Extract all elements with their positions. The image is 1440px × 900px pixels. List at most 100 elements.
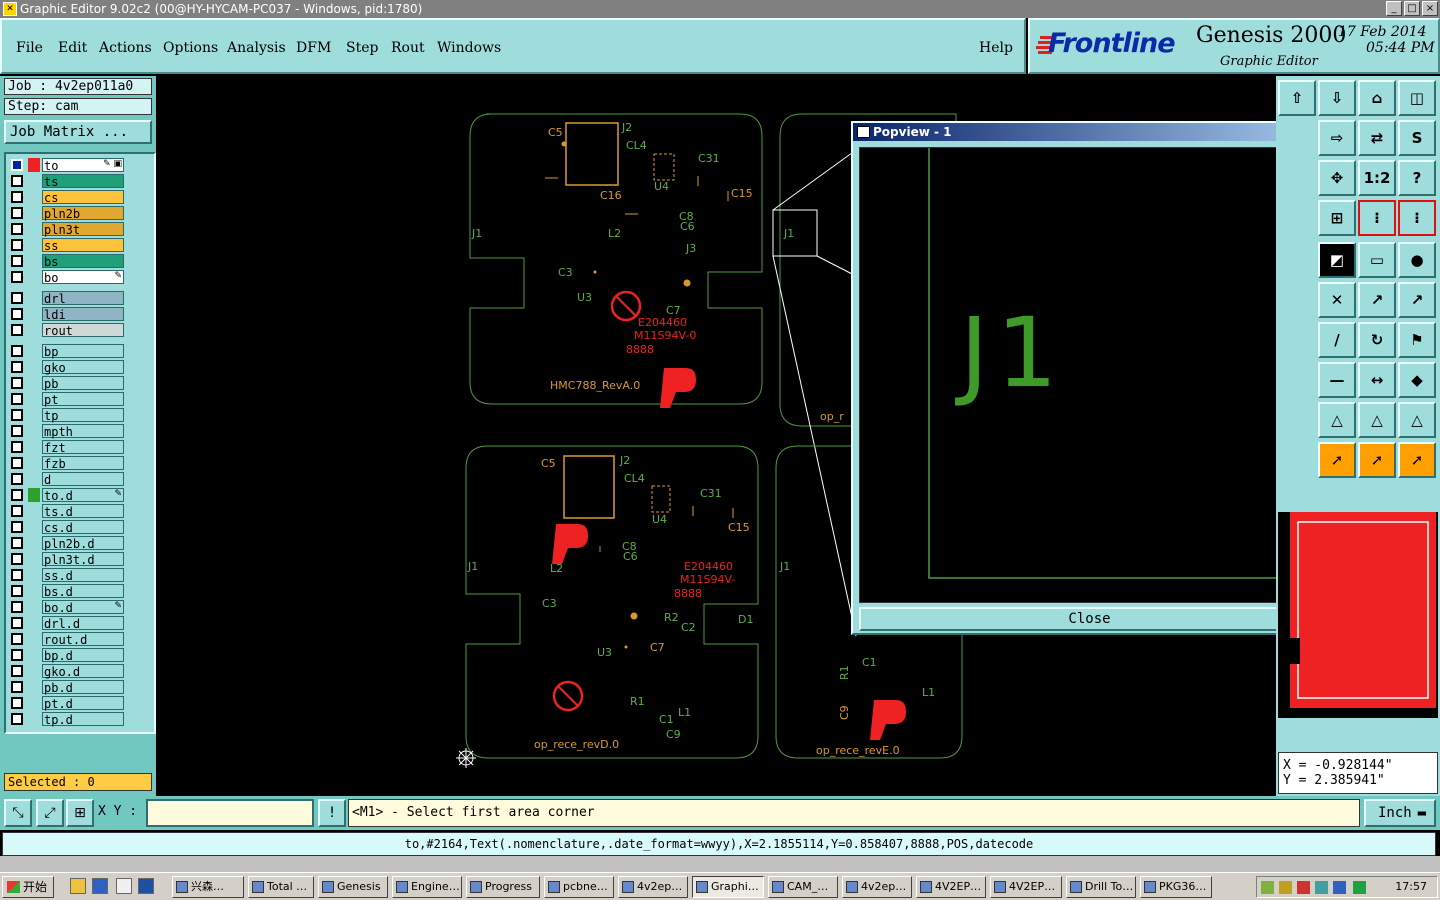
layer-color-swatch[interactable] (28, 158, 40, 172)
taskbar-item[interactable]: Graphi… (692, 876, 764, 898)
one-to-one-icon[interactable]: 1:2 (1358, 160, 1396, 196)
layer-row-tp-d[interactable]: tp.d (8, 712, 126, 727)
home-icon[interactable]: ⌂ (1358, 80, 1396, 116)
layer-checkbox[interactable] (11, 271, 23, 283)
select-point-icon[interactable]: ➚ (1358, 442, 1396, 478)
grid-icon[interactable]: ⊞ (1318, 200, 1356, 236)
delete-icon[interactable]: ✕ (1318, 282, 1356, 318)
zoom-next-icon[interactable]: ⇨ (1318, 120, 1356, 156)
layer-checkbox[interactable] (11, 255, 23, 267)
menu-analysis[interactable]: Analysis (227, 40, 286, 56)
layer-checkbox[interactable] (11, 239, 23, 251)
pad-icon[interactable]: ● (1398, 242, 1436, 278)
layer-checkbox[interactable] (11, 505, 23, 517)
menu-file[interactable]: File (16, 40, 43, 56)
zoom-toggle-icon[interactable]: ⇄ (1358, 120, 1396, 156)
layer-row-ts-d[interactable]: ts.d (8, 504, 126, 519)
layer-row-gko[interactable]: gko (8, 360, 126, 375)
overview-map[interactable] (1278, 512, 1438, 718)
layer-checkbox[interactable] (11, 537, 23, 549)
layer-name[interactable]: tp (42, 408, 124, 423)
tray-lang-icon[interactable] (1333, 881, 1346, 894)
layer-checkbox[interactable] (11, 159, 23, 171)
layer-name[interactable]: d (42, 472, 124, 487)
menu-dfm[interactable]: DFM (296, 40, 331, 56)
layer-name[interactable]: drl (42, 291, 124, 306)
layer-checkbox[interactable] (11, 175, 23, 187)
layer-row-cs[interactable]: cs (8, 190, 126, 205)
layer-name[interactable]: pb (42, 376, 124, 391)
layer-name[interactable]: ldi (42, 307, 124, 322)
menu-step[interactable]: Step (346, 40, 378, 56)
layer-name[interactable]: bp.d (42, 648, 124, 663)
select-net-icon[interactable]: ➚ (1398, 442, 1436, 478)
taskbar-item[interactable]: Drill To… (1066, 876, 1136, 898)
draw-line-icon[interactable]: / (1318, 322, 1356, 358)
shapes-icon[interactable]: ◆ (1398, 362, 1436, 398)
layer-name[interactable]: pt.d (42, 696, 124, 711)
popview-close-button[interactable]: Close (859, 607, 1320, 631)
layer-name[interactable]: cs.d (42, 520, 124, 535)
snap-corner-icon[interactable]: ⤡ (4, 799, 32, 827)
layer-name[interactable]: ts.d (42, 504, 124, 519)
layer-checkbox[interactable] (11, 713, 23, 725)
layer-checkbox[interactable] (11, 223, 23, 235)
snap-grid-icon[interactable]: ⊞ (66, 799, 94, 827)
layer-row-pt-d[interactable]: pt.d (8, 696, 126, 711)
triangle-edit-icon[interactable]: △ (1358, 402, 1396, 438)
layer-row-bs-d[interactable]: bs.d (8, 584, 126, 599)
quicklaunch-save-icon[interactable] (138, 878, 154, 894)
taskbar-item[interactable]: 4v2ep… (618, 876, 688, 898)
layer-name[interactable]: rout.d (42, 632, 124, 647)
xy-input[interactable] (146, 799, 314, 827)
net-highlight-icon[interactable]: ⁝ (1398, 200, 1436, 236)
layer-row-pb[interactable]: pb (8, 376, 126, 391)
line-edit-icon[interactable]: ↗ (1398, 282, 1436, 318)
line-add-icon[interactable]: ↗ (1358, 282, 1396, 318)
quicklaunch-doc-icon[interactable] (116, 878, 132, 894)
snap-edge-icon[interactable]: ⤢ (36, 799, 64, 827)
layer-name[interactable]: ss (42, 238, 124, 253)
layer-row-ss-d[interactable]: ss.d (8, 568, 126, 583)
tray-tool-icon[interactable] (1279, 881, 1292, 894)
layer-checkbox[interactable] (11, 409, 23, 421)
text-icon[interactable]: ⚑ (1398, 322, 1436, 358)
layer-row-pb-d[interactable]: pb.d (8, 680, 126, 695)
triangle-move-icon[interactable]: △ (1398, 402, 1436, 438)
layer-name[interactable]: ts (42, 174, 124, 189)
layer-row-pln2b[interactable]: pln2b (8, 206, 126, 221)
layer-name[interactable]: gko (42, 360, 124, 375)
home-up-icon[interactable]: ⇧ (1278, 80, 1316, 116)
layer-row-drl[interactable]: drl (8, 291, 126, 306)
tray-x-icon[interactable] (1297, 881, 1310, 894)
taskbar-item[interactable]: 4V2EP… (990, 876, 1062, 898)
layer-checkbox[interactable] (11, 601, 23, 613)
help-query-icon[interactable]: ? (1398, 160, 1436, 196)
popview-canvas[interactable]: J1 (859, 147, 1286, 603)
taskbar-item[interactable]: 4V2EP… (916, 876, 986, 898)
layer-name[interactable]: rout (42, 323, 124, 338)
layer-name[interactable]: mpth (42, 424, 124, 439)
layer-row-to[interactable]: to ✎ ▣ (8, 158, 126, 173)
layer-row-cs-d[interactable]: cs.d (8, 520, 126, 535)
taskbar-item[interactable]: pcbne… (544, 876, 614, 898)
triangle-icon[interactable]: △ (1318, 402, 1356, 438)
layer-row-d[interactable]: d (8, 472, 126, 487)
taskbar-item[interactable]: 兴森… (172, 876, 244, 898)
menu-rout[interactable]: Rout (391, 40, 425, 56)
layer-row-ss[interactable]: ss (8, 238, 126, 253)
unit-select[interactable]: Inch ▬ (1364, 799, 1436, 827)
start-button[interactable]: 开始 (2, 876, 54, 898)
layer-row-fzb[interactable]: fzb (8, 456, 126, 471)
layer-name[interactable]: fzb (42, 456, 124, 471)
taskbar-item[interactable]: Total … (248, 876, 314, 898)
layer-row-ldi[interactable]: ldi (8, 307, 126, 322)
layer-checkbox[interactable] (11, 633, 23, 645)
tray-s-icon[interactable] (1353, 881, 1366, 894)
layer-checkbox[interactable] (11, 569, 23, 581)
center-icon[interactable]: ✥ (1318, 160, 1356, 196)
layer-row-rout-d[interactable]: rout.d (8, 632, 126, 647)
layer-row-pln3t-d[interactable]: pln3t.d (8, 552, 126, 567)
layer-checkbox[interactable] (11, 191, 23, 203)
layer-name[interactable]: pln2b (42, 206, 124, 221)
